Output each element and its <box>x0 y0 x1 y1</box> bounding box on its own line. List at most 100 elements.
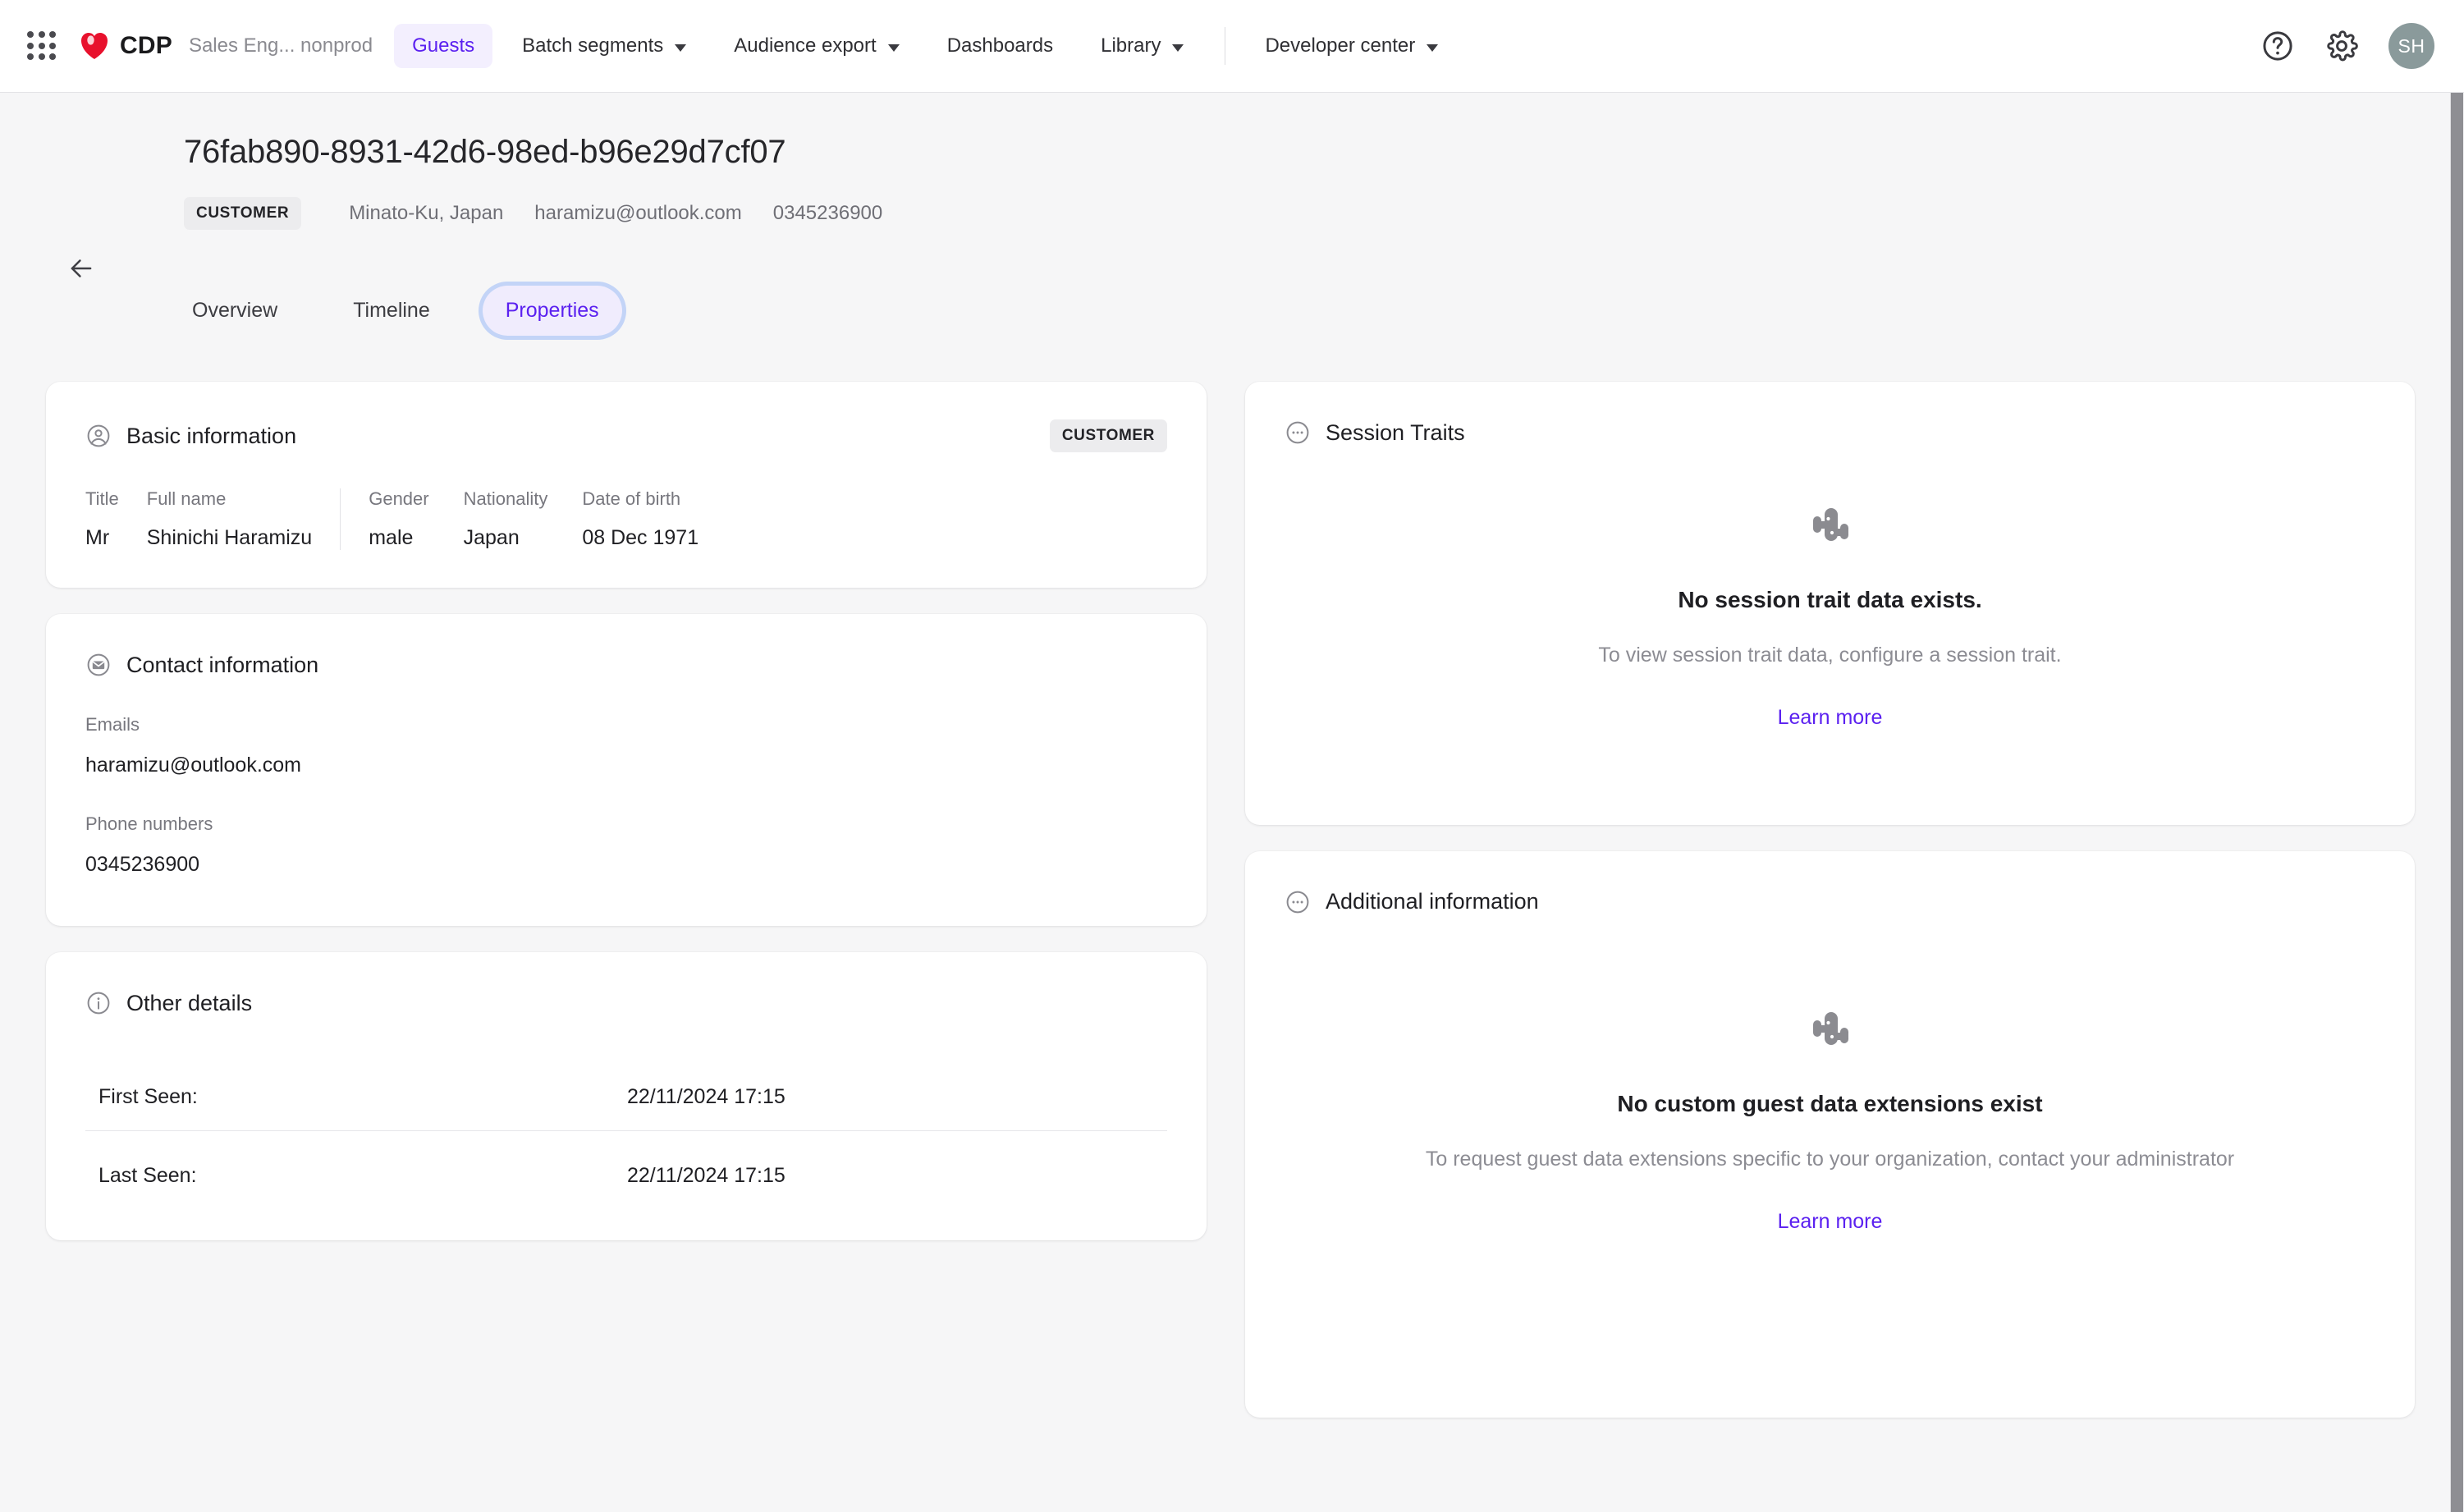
field-label: Date of birth <box>582 488 681 509</box>
field-value: Japan <box>463 526 520 549</box>
field-full-name: Full name Shinichi Haramizu <box>147 488 312 550</box>
top-navigation-actions: SH <box>2260 23 2434 69</box>
brand-name: CDP <box>120 32 172 59</box>
other-details-card: Other details First Seen: 22/11/2024 17:… <box>46 952 1207 1240</box>
field-value: Shinichi Haramizu <box>146 526 313 549</box>
field-label: Nationality <box>463 488 548 509</box>
session-traits-card: Session Traits No session trait data exi… <box>1245 382 2415 825</box>
info-circle-icon <box>87 992 110 1015</box>
chevron-down-icon <box>887 44 900 52</box>
empty-state-title: No custom guest data extensions exist <box>1617 1090 2043 1116</box>
customer-badge: CUSTOMER <box>1049 419 1167 452</box>
properties-content: Basic information CUSTOMER Title Mr Full… <box>0 382 2464 1418</box>
card-title: Session Traits <box>1326 419 1465 445</box>
nav-item-audience-export[interactable]: Audience export <box>716 24 917 68</box>
envelope-circle-icon <box>87 653 110 676</box>
card-title: Other details <box>126 990 253 1015</box>
nav-item-label: Developer center <box>1265 34 1416 57</box>
field-label: Emails <box>85 714 140 735</box>
field-value: Mr <box>85 526 110 549</box>
contact-information-card: Contact information Emails haramizu@outl… <box>46 614 1207 926</box>
tab-timeline[interactable]: Timeline <box>330 286 453 336</box>
empty-state-subtitle: To request guest data extensions specifi… <box>1425 1147 2235 1171</box>
guest-location: Minato-Ku, Japan <box>349 202 504 224</box>
top-navigation-bar: CDP Sales Eng... nonprod Guests Batch se… <box>0 0 2464 93</box>
card-header: Basic information CUSTOMER <box>85 419 1167 452</box>
field-date-of-birth: Date of birth 08 Dec 1971 <box>582 488 698 550</box>
card-title: Contact information <box>126 652 319 677</box>
nav-item-label: Library <box>1101 34 1161 57</box>
row-value: 22/11/2024 17:15 <box>627 1085 785 1108</box>
field-gender: Gender male <box>369 488 428 550</box>
field-label: Gender <box>369 488 429 509</box>
avatar-initials: SH <box>2398 34 2425 57</box>
table-row: Last Seen: 22/11/2024 17:15 <box>85 1130 1167 1194</box>
card-header: Other details <box>85 990 1167 1016</box>
chevron-down-icon <box>1172 44 1184 52</box>
field-divider <box>340 488 341 550</box>
guest-email: haramizu@outlook.com <box>534 202 742 224</box>
ellipsis-circle-icon <box>1286 421 1309 444</box>
nav-item-batch-segments[interactable]: Batch segments <box>504 24 704 68</box>
basic-information-card: Basic information CUSTOMER Title Mr Full… <box>46 382 1207 588</box>
nav-item-label: Dashboards <box>946 34 1054 57</box>
additional-information-card: Additional information No custom guest d… <box>1245 850 2415 1418</box>
nav-item-label: Batch segments <box>522 34 664 57</box>
session-traits-empty-state: No session trait data exists. To view se… <box>1285 446 2375 789</box>
nav-item-label: Audience export <box>734 34 877 57</box>
row-key: Last Seen: <box>98 1164 197 1187</box>
arrow-left-icon[interactable] <box>66 253 97 284</box>
user-circle-icon <box>87 424 110 447</box>
gear-icon[interactable] <box>2324 29 2359 63</box>
tab-properties[interactable]: Properties <box>482 286 622 336</box>
nav-item-developer-center[interactable]: Developer center <box>1247 24 1456 68</box>
card-header: Additional information <box>1285 889 2375 915</box>
left-column: Basic information CUSTOMER Title Mr Full… <box>46 382 1207 1267</box>
card-title: Additional information <box>1326 889 1539 914</box>
card-header: Contact information <box>85 652 1167 678</box>
table-row: First Seen: 22/11/2024 17:15 <box>85 1065 1167 1130</box>
page-subheader: CUSTOMER Minato-Ku, Japan haramizu@outlo… <box>184 197 2434 230</box>
apps-grid-icon[interactable] <box>25 29 59 63</box>
demographics-group: Gender male Nationality Japan Date of bi… <box>369 488 698 550</box>
page-title: 76fab890-8931-42d6-98ed-b96e29d7cf07 <box>184 134 786 170</box>
empty-state-subtitle: To view session trait data, configure a … <box>1598 644 2062 667</box>
chevron-down-icon <box>675 44 687 52</box>
field-value: haramizu@outlook.com <box>85 754 301 777</box>
field-label: Full name <box>146 488 227 509</box>
status-badge: CUSTOMER <box>184 197 302 230</box>
emails-field: Emails haramizu@outlook.com <box>85 714 1167 777</box>
ellipsis-circle-icon <box>1286 891 1309 914</box>
cdp-logo-icon <box>79 30 110 62</box>
vertical-scrollbar[interactable] <box>2450 93 2464 1512</box>
nav-item-guests[interactable]: Guests <box>394 24 493 68</box>
guest-phone: 0345236900 <box>772 202 883 224</box>
nav-item-label: Guests <box>412 34 475 57</box>
tab-bar: Overview Timeline Properties <box>169 286 2434 336</box>
field-nationality: Nationality Japan <box>464 488 548 550</box>
other-details-table: First Seen: 22/11/2024 17:15 Last Seen: … <box>85 1065 1167 1194</box>
brand-logo[interactable]: CDP <box>79 30 172 62</box>
additional-information-empty-state: No custom guest data extensions exist To… <box>1285 915 2375 1332</box>
learn-more-link[interactable]: Learn more <box>1778 706 1883 730</box>
avatar[interactable]: SH <box>2388 23 2434 69</box>
empty-state-title: No session trait data exists. <box>1678 587 1982 612</box>
scrollbar-thumb[interactable] <box>2451 93 2463 1512</box>
page-body: 76fab890-8931-42d6-98ed-b96e29d7cf07 CUS… <box>0 93 2464 1512</box>
chevron-down-icon <box>1427 44 1439 52</box>
learn-more-link[interactable]: Learn more <box>1778 1210 1883 1234</box>
field-label: Title <box>85 488 119 509</box>
field-value: 0345236900 <box>85 853 200 876</box>
field-value: male <box>369 526 414 549</box>
field-title: Title Mr <box>85 488 119 550</box>
tab-overview[interactable]: Overview <box>169 286 300 336</box>
nav-item-dashboards[interactable]: Dashboards <box>929 24 1071 68</box>
card-header: Session Traits <box>1285 419 2375 446</box>
name-group: Title Mr Full name Shinichi Haramizu <box>85 488 312 550</box>
card-title: Basic information <box>126 423 297 448</box>
environment-label: Sales Eng... nonprod <box>188 34 373 57</box>
help-circle-icon[interactable] <box>2260 29 2295 63</box>
nav-item-library[interactable]: Library <box>1083 24 1202 68</box>
field-value: 08 Dec 1971 <box>582 526 699 549</box>
phone-numbers-field: Phone numbers 0345236900 <box>85 813 1167 877</box>
